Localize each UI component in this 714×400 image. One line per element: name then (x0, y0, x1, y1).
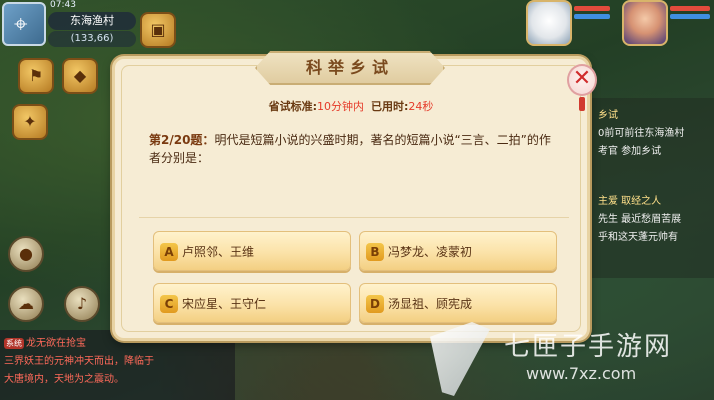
activity-button[interactable]: ⚑ (18, 58, 54, 94)
dialog-title: 科举乡试 (305, 58, 394, 77)
speech-bubble-icon: ☁ (18, 294, 34, 313)
quest-line: 乡试 (598, 110, 618, 121)
close-button[interactable]: ✕ (567, 64, 597, 96)
standard-label: 省试标准: (268, 100, 317, 113)
divider (139, 217, 569, 218)
option-b-text: 冯梦龙、凌蒙初 (388, 245, 473, 259)
player-portrait[interactable] (622, 0, 668, 46)
option-b-badge: B (366, 243, 384, 261)
option-a-badge: A (160, 243, 178, 261)
option-d-button[interactable]: D 汤显祖、顾宪成 (359, 283, 557, 323)
option-d-badge: D (366, 295, 384, 313)
quest-line: 考官 参加乡试 (598, 146, 662, 157)
elapsed-value: 24秒 (408, 100, 434, 113)
system-tag: 系统 (4, 338, 24, 349)
option-a-text: 卢照邻、王维 (182, 245, 255, 259)
question-number: 第2/20题： (149, 133, 215, 147)
chest-icon: ▣ (150, 20, 166, 39)
game-scene: ⌖ 07:43 东海渔村 (133,66) ▣ ⚑ ◆ ✦ ● ☁ ♪ 乡试 0… (0, 0, 714, 400)
map-pin-icon: ⌖ (14, 10, 28, 38)
watermark-url: www.7xz.com (526, 364, 637, 383)
watermark-name: 七匣子手游网 (504, 332, 673, 362)
pet-portrait[interactable] (526, 0, 572, 46)
player-mp-bar (670, 14, 710, 19)
watermark-logo-icon (430, 322, 490, 396)
pet-hp-bar (574, 6, 610, 11)
option-b-button[interactable]: B 冯梦龙、凌蒙初 (359, 231, 557, 271)
pet-mp-bar (574, 14, 610, 19)
minimap-button[interactable]: ⌖ (2, 2, 46, 46)
quest-line: 0前可前往东海渔村 (598, 128, 685, 139)
chat-line: 大唐境内，天地为之震动。 (4, 374, 124, 385)
voice-button[interactable]: ♪ (64, 286, 100, 322)
option-a-button[interactable]: A 卢照邻、王维 (153, 231, 351, 271)
chat-bubble-button[interactable]: ☁ (8, 286, 44, 322)
gift-button[interactable]: ✦ (12, 104, 48, 140)
elapsed-label: 已用时: (371, 100, 409, 113)
question-text: 第2/20题：明代是短篇小说的兴盛时期，著名的短篇小说“三言、二拍”的作者分别是… (149, 131, 559, 167)
gift-icon: ✦ (23, 112, 37, 131)
clock-text: 07:43 (50, 0, 76, 10)
shop-button[interactable]: ◆ (62, 58, 98, 94)
quest-line: 乎和这天蓬元帅有 (598, 232, 678, 243)
site-watermark: 七匣子手游网 www.7xz.com (430, 322, 714, 400)
chat-line: 三界妖王的元神冲天而出，降临于 (4, 356, 154, 367)
pet-button[interactable]: ● (8, 236, 44, 272)
quest-line: 主爱 取经之人 (598, 196, 662, 207)
player-hp-bar (670, 6, 710, 11)
exam-dialog: 科举乡试 ✕ 省试标准:10分钟内 已用时:24秒 第2/20题：明代是短篇小说… (112, 51, 597, 341)
bag-icon: ◆ (73, 66, 87, 85)
option-c-text: 宋应星、王守仁 (182, 297, 267, 311)
option-d-text: 汤显祖、顾宪成 (388, 297, 473, 311)
location-coords: (133,66) (48, 31, 136, 47)
location-name[interactable]: 东海渔村 (48, 12, 136, 30)
chat-line: 系统 龙无欲在抢宝 (4, 338, 86, 349)
option-c-badge: C (160, 295, 178, 313)
event-chest-button[interactable]: ▣ (140, 12, 176, 48)
flag-icon: ⚑ (28, 66, 44, 85)
pet-icon: ● (19, 244, 33, 263)
microphone-icon: ♪ (76, 294, 88, 313)
standard-value: 10分钟内 (317, 100, 364, 113)
exam-timer: 省试标准:10分钟内 已用时:24秒 (115, 98, 587, 114)
option-c-button[interactable]: C 宋应星、王守仁 (153, 283, 351, 323)
quest-line: 先生 最近愁眉苦展 (598, 214, 682, 225)
